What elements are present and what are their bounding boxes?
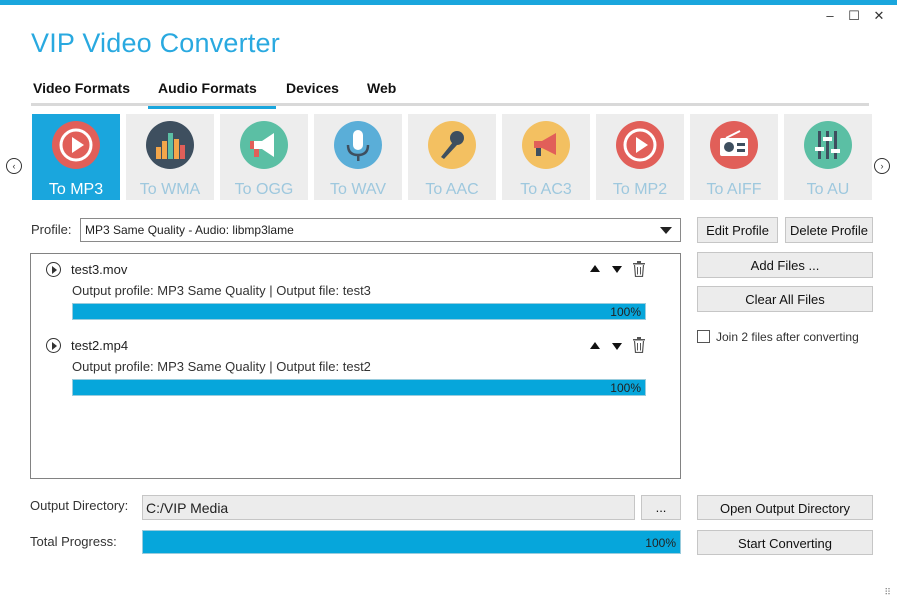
resize-grip-icon[interactable]: ⠿ <box>884 588 891 597</box>
open-output-directory-button[interactable]: Open Output Directory <box>697 495 873 520</box>
format-label: To AU <box>806 181 850 198</box>
trash-icon[interactable] <box>632 261 646 277</box>
window-accent-bar <box>0 0 897 5</box>
format-to-ogg[interactable]: To OGG <box>220 114 308 200</box>
format-to-au[interactable]: To AU <box>784 114 872 200</box>
format-label: To AIFF <box>706 181 762 198</box>
microphone-icon <box>334 121 382 169</box>
file-name: test3.mov <box>71 262 128 277</box>
start-converting-button[interactable]: Start Converting <box>697 530 873 555</box>
profile-label: Profile: <box>31 222 72 237</box>
move-up-icon[interactable] <box>590 342 600 349</box>
format-label: To WAV <box>329 181 386 198</box>
app-title: VIP Video Converter <box>31 28 280 58</box>
minimize-button[interactable]: – <box>818 8 842 23</box>
format-label: To AAC <box>425 181 479 198</box>
tab-audio-formats[interactable]: Audio Formats <box>148 80 276 109</box>
total-progress-percent: 100% <box>645 536 676 550</box>
file-progress-percent: 100% <box>610 305 641 319</box>
scroll-left-arrow-icon[interactable]: ‹ <box>6 158 22 174</box>
play-icon <box>616 121 664 169</box>
trash-icon[interactable] <box>632 337 646 353</box>
maximize-button[interactable]: ☐ <box>842 8 866 24</box>
output-directory-field[interactable]: C:/VIP Media <box>142 495 635 520</box>
join-files-checkbox[interactable] <box>697 330 710 343</box>
format-label: To OGG <box>234 181 294 198</box>
format-to-aiff[interactable]: To AIFF <box>690 114 778 200</box>
chevron-down-icon <box>660 227 672 234</box>
delete-profile-button[interactable]: Delete Profile <box>785 217 873 243</box>
sliders-icon <box>804 121 852 169</box>
format-to-ac3[interactable]: To AC3 <box>502 114 590 200</box>
clear-all-files-button[interactable]: Clear All Files <box>697 286 873 312</box>
file-name: test2.mp4 <box>71 338 129 353</box>
add-files-button[interactable]: Add Files ... <box>697 252 873 278</box>
file-progress-percent: 100% <box>610 381 641 395</box>
format-label: To MP2 <box>612 181 668 198</box>
file-info: Output profile: MP3 Same Quality | Outpu… <box>72 359 371 374</box>
tab-bar: Video Formats Audio Formats Devices Web <box>31 80 869 109</box>
move-down-icon[interactable] <box>612 343 622 350</box>
play-icon <box>52 121 100 169</box>
profile-select-value: MP3 Same Quality - Audio: libmp3lame <box>85 223 294 237</box>
file-info: Output profile: MP3 Same Quality | Outpu… <box>72 283 371 298</box>
format-to-mp3[interactable]: To MP3 <box>32 114 120 200</box>
tab-devices[interactable]: Devices <box>284 80 341 106</box>
total-progress-bar: 100% <box>142 530 681 554</box>
format-to-wma[interactable]: To WMA <box>126 114 214 200</box>
play-icon[interactable] <box>46 338 61 353</box>
format-label: To AC3 <box>520 181 572 198</box>
edit-profile-button[interactable]: Edit Profile <box>697 217 778 243</box>
handheld-mic-icon <box>428 121 476 169</box>
browse-button[interactable]: ... <box>641 495 681 520</box>
move-down-icon[interactable] <box>612 266 622 273</box>
format-to-aac[interactable]: To AAC <box>408 114 496 200</box>
equalizer-icon <box>146 121 194 169</box>
megaphone-icon <box>240 121 288 169</box>
output-directory-label: Output Directory: <box>30 498 129 513</box>
radio-icon <box>710 121 758 169</box>
close-button[interactable]: ✕ <box>867 8 891 24</box>
play-icon[interactable] <box>46 262 61 277</box>
file-progress-bar: 100% <box>72 379 646 396</box>
tab-video-formats[interactable]: Video Formats <box>31 80 132 106</box>
file-progress-bar: 100% <box>72 303 646 320</box>
total-progress-label: Total Progress: <box>30 534 117 549</box>
format-to-mp2[interactable]: To MP2 <box>596 114 684 200</box>
file-list[interactable]: test3.mov Output profile: MP3 Same Quali… <box>30 253 681 479</box>
move-up-icon[interactable] <box>590 265 600 272</box>
tab-web[interactable]: Web <box>365 80 398 106</box>
bullhorn-icon <box>522 121 570 169</box>
scroll-right-arrow-icon[interactable]: › <box>874 158 890 174</box>
join-files-label: Join 2 files after converting <box>716 330 859 344</box>
profile-select[interactable]: MP3 Same Quality - Audio: libmp3lame <box>80 218 681 242</box>
format-label: To MP3 <box>48 181 104 198</box>
format-label: To WMA <box>139 181 201 198</box>
format-to-wav[interactable]: To WAV <box>314 114 402 200</box>
